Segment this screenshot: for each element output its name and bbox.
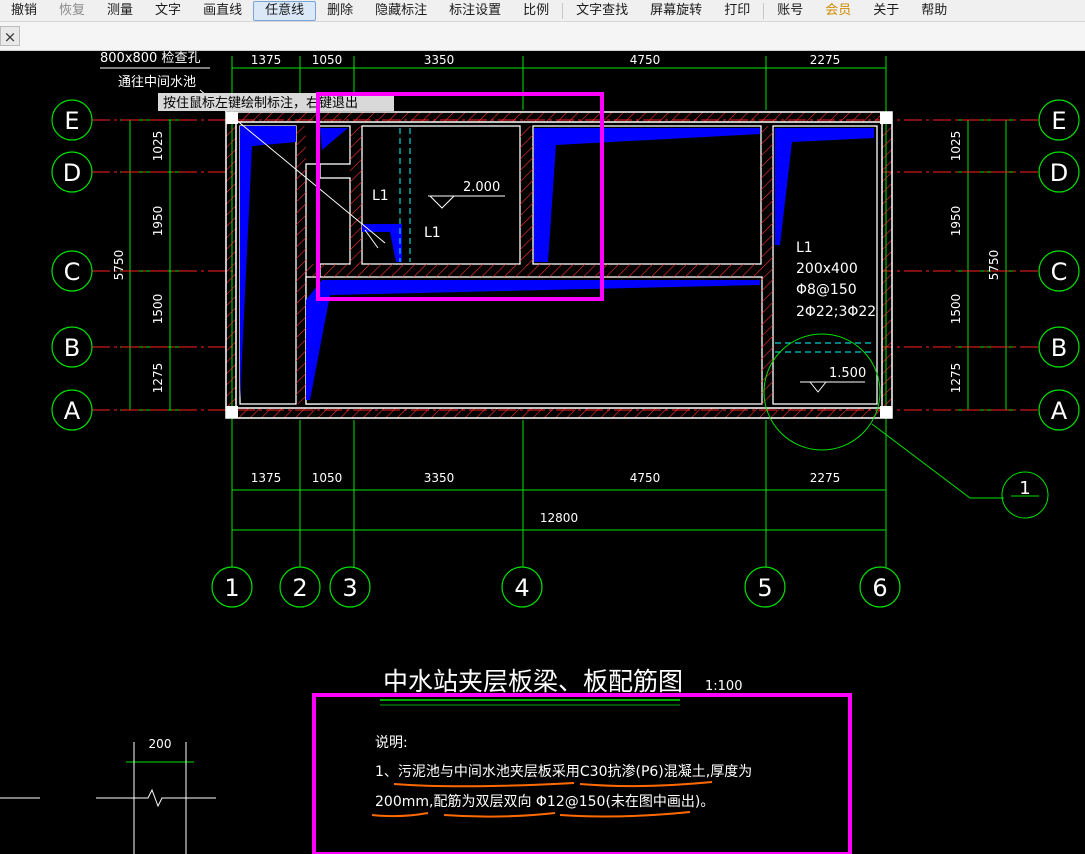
beam-spec-line-3: Φ8@150 xyxy=(796,282,857,298)
toolbar-button-16[interactable]: 帮助 xyxy=(910,1,958,21)
top-note-2: 通往中间水池 xyxy=(118,75,196,90)
drawing-title-block: 中水站夹层板梁、板配筋图 1:100 xyxy=(380,667,742,706)
detail-number: 1 xyxy=(1019,478,1030,499)
axis-row-C-left: C xyxy=(64,258,81,286)
axis-row-D-left: D xyxy=(63,159,81,187)
elevation-1500-text: 1.500 xyxy=(829,366,866,381)
toolbar-button-10[interactable]: 文字查找 xyxy=(565,1,639,21)
axis-col-4: 4 xyxy=(514,574,529,602)
section-detail xyxy=(0,742,216,854)
axis-col-2: 2 xyxy=(292,574,307,602)
note-title: 说明: xyxy=(375,735,408,751)
axis-row-B-left: B xyxy=(64,334,80,362)
toolbar-button-15[interactable]: 关于 xyxy=(862,1,910,21)
beam-label-2: L1 xyxy=(424,225,441,241)
close-tab-button[interactable]: × xyxy=(0,26,20,46)
bottom-dimension-chain xyxy=(231,420,887,567)
axis-row-C-right: C xyxy=(1051,258,1068,286)
toolbar-button-8[interactable]: 标注设置 xyxy=(438,1,512,21)
top-dim-labels: 1375 1050 3350 4750 2275 xyxy=(251,53,841,67)
note-line-1: 1、污泥池与中间水池夹层板采用C30抗渗(P6)混凝土,厚度为 xyxy=(375,764,752,780)
toolbar-button-12[interactable]: 打印 xyxy=(713,1,761,21)
beam-spec-line-4: 2Φ22;3Φ22 xyxy=(796,304,876,320)
top-note-1: 800x800 检查孔 xyxy=(100,51,200,66)
top-dim-2: 1050 xyxy=(312,53,343,67)
beam-label-1: L1 xyxy=(372,188,389,204)
top-dim-4: 4750 xyxy=(630,53,661,67)
axis-row-E-left: E xyxy=(64,107,79,135)
column-axis-labels: 1 2 3 4 5 6 xyxy=(224,574,887,602)
toolbar-button-6[interactable]: 删除 xyxy=(316,1,364,21)
left-dim-2: 1950 xyxy=(151,206,165,237)
bottom-dim-4: 4750 xyxy=(630,471,661,485)
right-dim-2: 1950 xyxy=(949,206,963,237)
left-dim-1: 1025 xyxy=(151,131,165,162)
axis-col-3: 3 xyxy=(342,574,357,602)
toolbar-button-9[interactable]: 比例 xyxy=(512,1,560,21)
note-line-2: 200mm,配筋为双层双向 Φ12@150(未在图中画出)。 xyxy=(375,793,714,810)
top-dim-3: 3350 xyxy=(424,53,455,67)
elevation-2000-text: 2.000 xyxy=(463,180,500,195)
toolbar-button-1[interactable]: 恢复 xyxy=(48,1,96,21)
cad-drawing-canvas[interactable]: 800x800 检查孔 通往中间水池 按住鼠标左键绘制标注，右键退出 1375 … xyxy=(0,51,1085,854)
tab-bar: × xyxy=(0,22,1085,51)
axis-row-E-right: E xyxy=(1051,107,1066,135)
right-dim-3: 1500 xyxy=(949,294,963,325)
top-dim-5: 2275 xyxy=(810,53,841,67)
axis-col-5: 5 xyxy=(757,574,772,602)
toolbar-button-4[interactable]: 画直线 xyxy=(192,1,253,21)
svg-text:按住鼠标左键绘制标注，右键退出: 按住鼠标左键绘制标注，右键退出 xyxy=(163,96,358,111)
toolbar-button-11[interactable]: 屏幕旋转 xyxy=(639,1,713,21)
right-dim-1: 1025 xyxy=(949,131,963,162)
bottom-dim-labels: 1375 1050 3350 4750 2275 12800 xyxy=(251,471,841,525)
design-notes: 说明: 1、污泥池与中间水池夹层板采用C30抗渗(P6)混凝土,厚度为 200m… xyxy=(375,735,752,810)
drawing-title: 中水站夹层板梁、板配筋图 xyxy=(383,667,683,696)
toolbar-button-2[interactable]: 测量 xyxy=(96,1,144,21)
axis-row-A-left: A xyxy=(64,397,81,425)
bottom-dim-3: 3350 xyxy=(424,471,455,485)
overall-dim: 12800 xyxy=(540,511,578,525)
toolbar-separator xyxy=(763,2,765,19)
bottom-dim-5: 2275 xyxy=(810,471,841,485)
beam-spec-line-2: 200x400 xyxy=(796,261,858,277)
toolbar-button-0[interactable]: 撤销 xyxy=(0,1,48,21)
beam-spec-line-1: L1 xyxy=(796,240,813,256)
toolbar: 撤销 恢复 测量 文字 画直线 任意线 删除 隐藏标注 标注设置 比例 文字查找 屏幕旋转 打印 账号 会员… xyxy=(0,0,1085,22)
right-total-dim: 5750 xyxy=(987,250,1001,281)
toolbar-button-3[interactable]: 文字 xyxy=(144,1,192,21)
left-dim-3: 1500 xyxy=(151,294,165,325)
bottom-dim-2: 1050 xyxy=(312,471,343,485)
left-total-dim: 5750 xyxy=(112,250,126,281)
left-dim-labels: 1025 1950 1500 1275 5750 xyxy=(112,131,165,394)
section-dim: 200 xyxy=(149,737,172,751)
axis-col-6: 6 xyxy=(872,574,887,602)
right-dim-4: 1275 xyxy=(949,363,963,394)
toolbar-button-5[interactable]: 任意线 xyxy=(253,0,317,21)
toolbar-separator xyxy=(562,2,564,19)
bottom-dim-1: 1375 xyxy=(251,471,282,485)
toolbar-button-13[interactable]: 账号 xyxy=(766,1,814,21)
axis-row-A-right: A xyxy=(1051,397,1068,425)
column-axis-bubbles xyxy=(211,566,901,608)
axis-row-D-right: D xyxy=(1050,159,1068,187)
drawing-scale: 1:100 xyxy=(705,679,742,694)
axis-col-1: 1 xyxy=(224,574,239,602)
right-dim-labels: 1025 1950 1500 1275 5750 xyxy=(949,131,1001,394)
left-dim-4: 1275 xyxy=(151,363,165,394)
top-dim-1: 1375 xyxy=(251,53,282,67)
axis-row-B-right: B xyxy=(1051,334,1067,362)
toolbar-button-14[interactable]: 会员 xyxy=(814,1,862,21)
toolbar-button-7[interactable]: 隐藏标注 xyxy=(364,1,438,21)
